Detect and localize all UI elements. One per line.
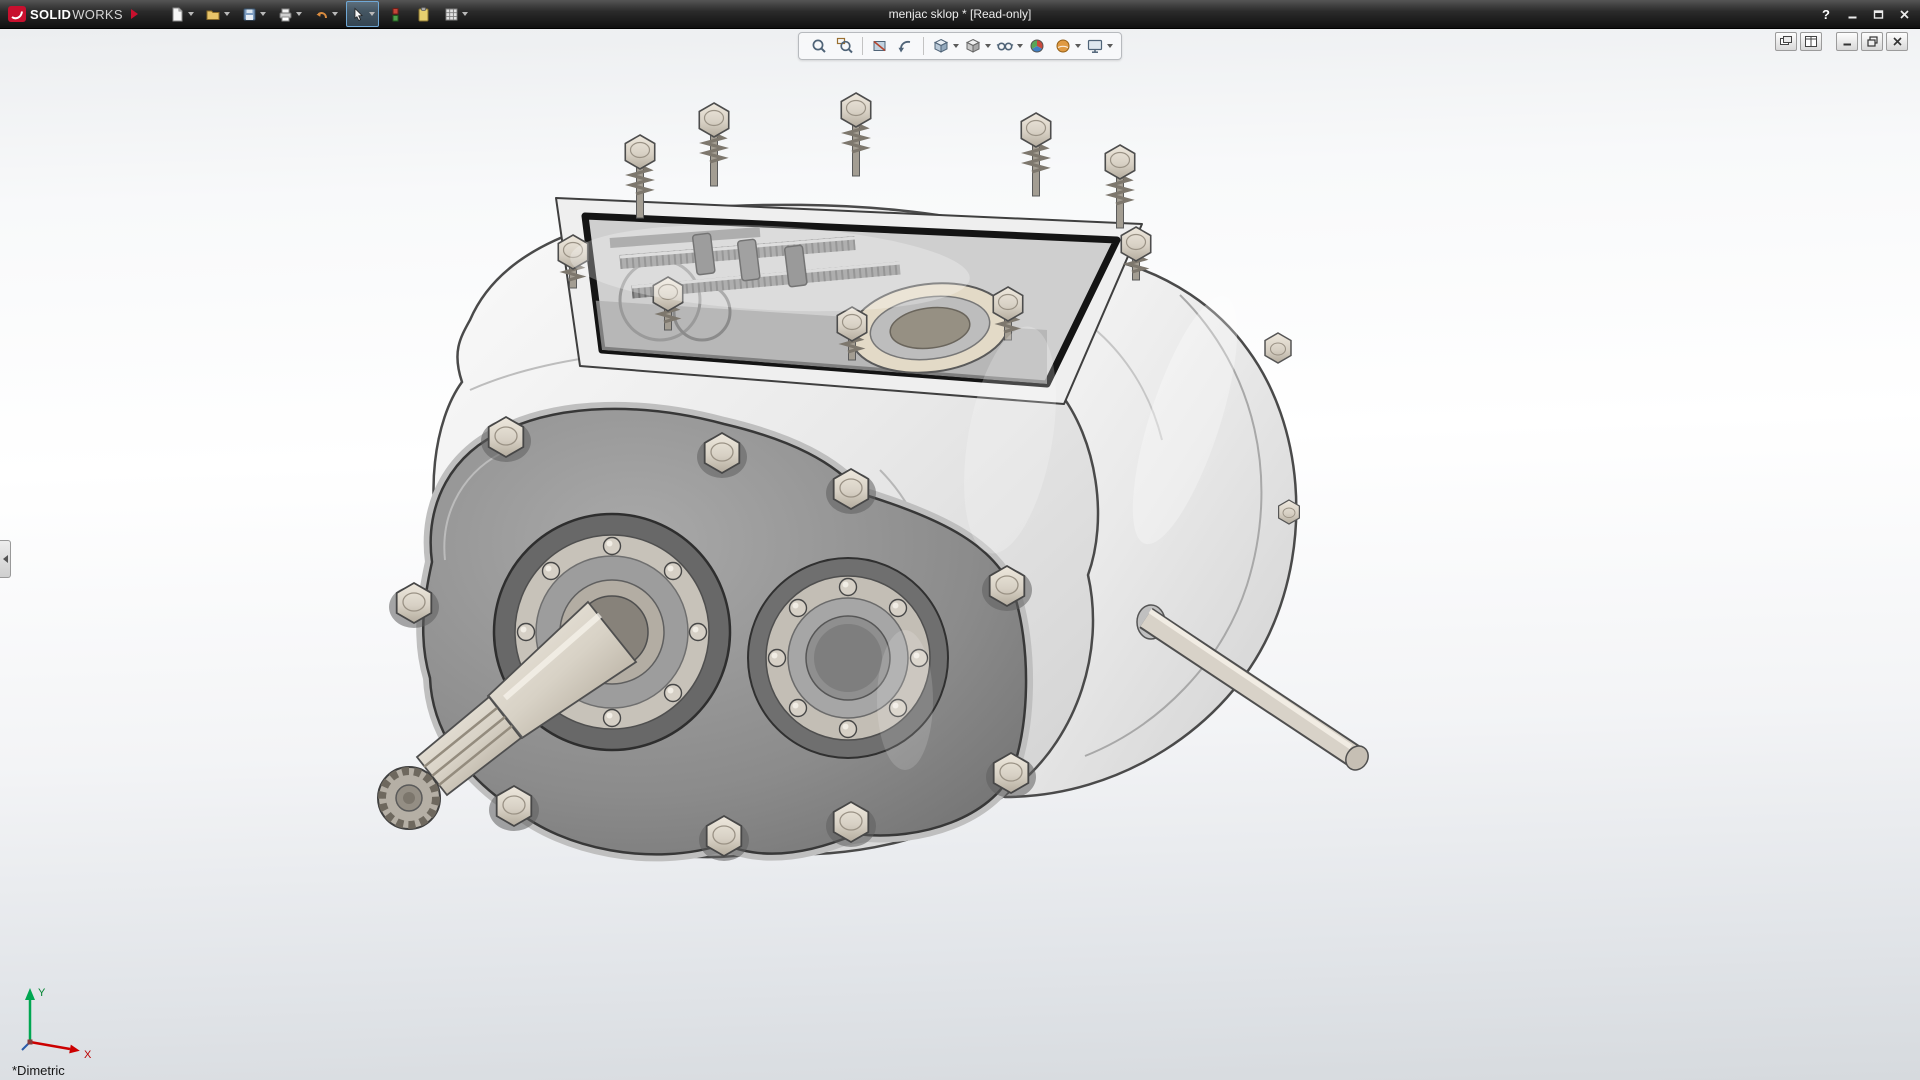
apply-scene-group [1051, 35, 1081, 57]
apply-scene-button[interactable] [1051, 35, 1075, 57]
options-grid-button[interactable] [440, 2, 471, 26]
restore-icon [1873, 9, 1884, 20]
restore-button[interactable] [1870, 6, 1886, 22]
open-document-button[interactable] [202, 2, 233, 26]
design-binder-button[interactable] [412, 2, 435, 26]
help-button[interactable]: ? [1818, 6, 1834, 22]
undo-icon [313, 6, 330, 23]
open-folder-icon [205, 6, 222, 23]
print-button[interactable] [274, 2, 305, 26]
display-states-icon [387, 6, 404, 23]
view-orientation-cube-icon [932, 37, 950, 55]
tile-window-button[interactable] [1800, 32, 1822, 51]
zoom-to-area-button[interactable] [833, 35, 857, 57]
headsup-view-toolbar [798, 32, 1122, 60]
feature-panel-splitter-tab[interactable] [0, 540, 11, 578]
view-settings-group [1083, 35, 1113, 57]
view-settings-icon [1086, 37, 1104, 55]
display-style-group [961, 35, 991, 57]
solidworks-logo: SOLID WORKS [0, 6, 144, 22]
zoom-to-fit-button[interactable] [807, 35, 831, 57]
y-axis-label: Y [38, 987, 46, 999]
hide-show-items-button[interactable] [993, 35, 1017, 57]
menu-expand-icon[interactable] [131, 9, 138, 19]
print-icon [277, 6, 294, 23]
collapse-arrow-icon [3, 555, 8, 563]
view-settings-button[interactable] [1083, 35, 1107, 57]
restore-document-icon [1867, 36, 1878, 47]
x-axis-label: X [84, 1049, 92, 1061]
display-style-cube-icon [964, 37, 982, 55]
new-window-icon [1780, 36, 1792, 47]
ds-logo-mark [8, 6, 26, 22]
select-pointer-icon [350, 6, 367, 23]
close-icon [1899, 9, 1910, 20]
previous-view-button[interactable] [894, 35, 918, 57]
close-document-button[interactable] [1886, 32, 1908, 51]
main-toolbar [166, 1, 471, 27]
view-orientation-button[interactable] [929, 35, 953, 57]
minimize-icon [1847, 9, 1858, 20]
zoom-to-area-icon [836, 37, 854, 55]
previous-view-icon [897, 37, 915, 55]
scene-ball-icon [1054, 37, 1072, 55]
toolbar-separator [923, 37, 924, 55]
brand-name-bold: SOLID [30, 7, 71, 22]
splined-shaft-end [378, 767, 440, 829]
design-binder-icon [415, 6, 432, 23]
minimize-button[interactable] [1844, 6, 1860, 22]
new-document-icon [169, 6, 186, 23]
close-button[interactable] [1896, 6, 1912, 22]
glasses-icon [996, 37, 1014, 55]
section-view-icon [871, 37, 889, 55]
orientation-triad[interactable]: Y X [14, 980, 106, 1064]
brand-name-light: WORKS [72, 7, 123, 22]
appearance-ball-icon [1028, 37, 1046, 55]
titlebar: SOLID WORKS [0, 0, 1920, 29]
display-style-button[interactable] [961, 35, 985, 57]
edit-appearance-button[interactable] [1025, 35, 1049, 57]
minimize-document-button[interactable] [1836, 32, 1858, 51]
gearbox-model[interactable] [0, 0, 1920, 1080]
save-button[interactable] [238, 2, 269, 26]
document-window-controls [1775, 32, 1908, 51]
select-pointer-button[interactable] [346, 1, 379, 27]
options-grid-icon [443, 6, 460, 23]
undo-button[interactable] [310, 2, 341, 26]
new-document-button[interactable] [166, 2, 197, 26]
zoom-to-fit-icon [810, 37, 828, 55]
hide-show-group [993, 35, 1023, 57]
close-document-icon [1892, 36, 1903, 47]
toolbar-separator [862, 37, 863, 55]
display-states-button[interactable] [384, 2, 407, 26]
minimize-document-icon [1842, 36, 1853, 47]
view-orientation-group [929, 35, 959, 57]
tile-window-icon [1805, 36, 1817, 47]
window-controls: ? [1818, 0, 1912, 28]
section-view-button[interactable] [868, 35, 892, 57]
window-title: menjac sklop * [Read-only] [889, 7, 1032, 21]
restore-document-button[interactable] [1861, 32, 1883, 51]
new-window-button[interactable] [1775, 32, 1797, 51]
save-icon [241, 6, 258, 23]
view-orientation-label: *Dimetric [12, 1063, 65, 1078]
